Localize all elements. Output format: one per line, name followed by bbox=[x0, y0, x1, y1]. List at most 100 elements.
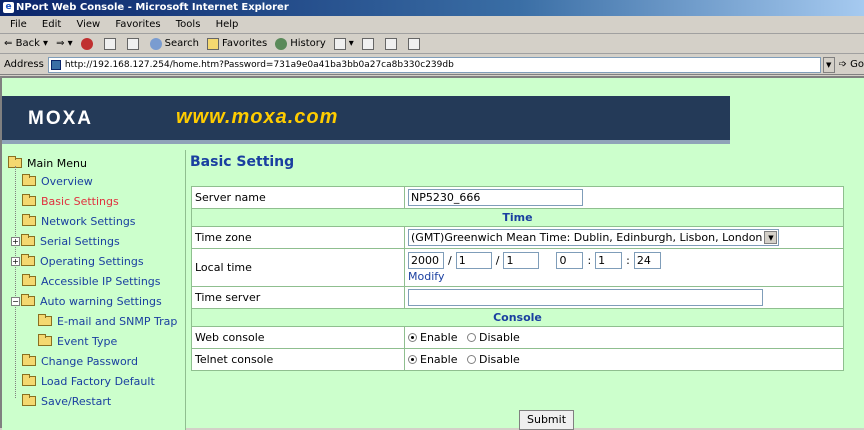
sidebar-item-change-password[interactable]: Change Password bbox=[22, 352, 138, 370]
enable-label: Enable bbox=[420, 353, 458, 367]
time-server-input[interactable] bbox=[408, 289, 763, 306]
telnet-console-enable-radio[interactable] bbox=[408, 355, 417, 365]
sidebar-item-event-type[interactable]: Event Type bbox=[38, 332, 117, 350]
sidebar-item-label: Operating Settings bbox=[40, 254, 144, 268]
submit-button[interactable]: Submit bbox=[519, 410, 574, 430]
forward-button[interactable]: ⇒ ▾ bbox=[56, 34, 73, 54]
folder-icon bbox=[22, 374, 36, 386]
expand-plus-icon[interactable]: + bbox=[11, 236, 20, 246]
search-label: Search bbox=[164, 37, 200, 49]
mail-button[interactable]: ▾ bbox=[333, 34, 354, 54]
sidebar-item-load-factory-default[interactable]: Load Factory Default bbox=[22, 372, 155, 390]
history-button[interactable]: History bbox=[275, 34, 326, 54]
menu-tools[interactable]: Tools bbox=[176, 19, 201, 30]
page-title: Basic Setting bbox=[190, 154, 295, 170]
address-value: http://192.168.127.254/home.htm?Password… bbox=[64, 59, 454, 70]
sidebar-item-label: Network Settings bbox=[41, 214, 136, 228]
menu-bar: File Edit View Favorites Tools Help bbox=[0, 16, 864, 34]
server-name-label: Server name bbox=[191, 186, 405, 209]
sidebar-menu: Main Menu Overview Basic Settings Networ… bbox=[2, 150, 186, 430]
history-icon bbox=[275, 37, 288, 50]
minute-input[interactable]: 1 bbox=[595, 252, 623, 269]
expand-plus-icon[interactable]: + bbox=[11, 256, 20, 266]
day-input[interactable]: 1 bbox=[503, 252, 540, 269]
discuss-button[interactable] bbox=[407, 37, 423, 50]
sidebar-root[interactable]: Main Menu bbox=[8, 154, 87, 172]
favorites-label: Favorites bbox=[222, 37, 268, 49]
time-section-header: Time bbox=[191, 208, 844, 227]
disable-label: Disable bbox=[478, 331, 520, 345]
address-input[interactable]: http://192.168.127.254/home.htm?Password… bbox=[47, 56, 821, 73]
folder-icon bbox=[22, 354, 36, 366]
sidebar-item-label: Save/Restart bbox=[41, 394, 112, 408]
time-zone-select[interactable]: (GMT)Greenwich Mean Time: Dublin, Edinbu… bbox=[408, 229, 780, 246]
second-input[interactable]: 24 bbox=[633, 252, 661, 269]
search-icon bbox=[149, 37, 162, 50]
folder-icon bbox=[22, 174, 36, 186]
favorites-button[interactable]: Favorites bbox=[207, 34, 267, 54]
folder-icon bbox=[22, 214, 36, 226]
window-title: NPort Web Console - Microsoft Internet E… bbox=[16, 2, 289, 13]
sidebar-item-label: Load Factory Default bbox=[41, 374, 155, 388]
time-separator: : bbox=[626, 254, 630, 267]
back-button[interactable]: ⇐ Back ▾ bbox=[4, 34, 48, 54]
year-input[interactable]: 2000 bbox=[408, 252, 444, 269]
local-time-cell: 2000/1/1 0:1:24 Modify bbox=[404, 248, 844, 287]
address-bar: Address http://192.168.127.254/home.htm?… bbox=[0, 55, 864, 75]
sidebar-item-auto-warning-settings[interactable]: − Auto warning Settings bbox=[11, 292, 162, 310]
sidebar-item-operating-settings[interactable]: + Operating Settings bbox=[11, 252, 144, 270]
home-button[interactable] bbox=[126, 37, 142, 50]
forward-arrow-icon: ⇒ bbox=[56, 37, 65, 49]
menu-favorites[interactable]: Favorites bbox=[115, 19, 160, 30]
sidebar-item-accessible-ip-settings[interactable]: Accessible IP Settings bbox=[22, 272, 161, 290]
sidebar-item-label: Accessible IP Settings bbox=[41, 274, 161, 288]
banner: MOXA www.moxa.com bbox=[2, 96, 864, 144]
search-button[interactable]: Search bbox=[149, 34, 200, 54]
telnet-console-disable-radio[interactable] bbox=[466, 355, 476, 365]
collapse-minus-icon[interactable]: − bbox=[11, 296, 20, 306]
time-server-cell bbox=[404, 286, 844, 309]
stop-icon bbox=[80, 37, 93, 50]
sidebar-item-network-settings[interactable]: Network Settings bbox=[22, 212, 136, 230]
history-label: History bbox=[290, 37, 326, 49]
back-label: Back bbox=[15, 37, 40, 49]
sidebar-item-email-snmp-trap[interactable]: E-mail and SNMP Trap bbox=[38, 312, 177, 330]
sidebar-item-label: Serial Settings bbox=[40, 234, 120, 248]
form-row: Local time 2000/1/1 0:1:24 Modify bbox=[191, 248, 844, 287]
sidebar-item-basic-settings[interactable]: Basic Settings bbox=[22, 192, 119, 210]
section-row: Console bbox=[191, 308, 844, 327]
menu-edit[interactable]: Edit bbox=[42, 19, 61, 30]
modify-link[interactable]: Modify bbox=[408, 270, 840, 283]
web-console-enable-radio[interactable] bbox=[408, 333, 417, 343]
time-server-label: Time server bbox=[191, 286, 405, 309]
month-input[interactable]: 1 bbox=[455, 252, 492, 269]
form-row: Web console Enable Disable bbox=[191, 326, 844, 349]
web-console-label: Web console bbox=[191, 326, 405, 349]
menu-view[interactable]: View bbox=[76, 19, 100, 30]
address-dropdown-button[interactable]: ▼ bbox=[822, 56, 835, 73]
go-button[interactable]: ➩ Go bbox=[839, 59, 864, 70]
sidebar-item-serial-settings[interactable]: + Serial Settings bbox=[11, 232, 120, 250]
section-row: Time bbox=[191, 208, 844, 227]
folder-icon bbox=[38, 314, 52, 326]
print-button[interactable] bbox=[361, 37, 377, 50]
sidebar-item-overview[interactable]: Overview bbox=[22, 172, 93, 190]
menu-file[interactable]: File bbox=[10, 19, 27, 30]
window-title-bar: e NPort Web Console - Microsoft Internet… bbox=[0, 0, 864, 16]
hour-input[interactable]: 0 bbox=[556, 252, 584, 269]
stop-button[interactable] bbox=[80, 37, 96, 50]
mail-icon bbox=[333, 37, 346, 50]
edit-button[interactable] bbox=[384, 37, 400, 50]
favorites-icon bbox=[207, 37, 220, 50]
refresh-button[interactable] bbox=[103, 37, 119, 50]
sidebar-item-label: Event Type bbox=[57, 334, 118, 348]
menu-help[interactable]: Help bbox=[216, 19, 239, 30]
basic-setting-form: Server name NP5230_666 Time Time zone (G… bbox=[191, 186, 844, 371]
discuss-icon bbox=[407, 37, 420, 50]
server-name-input[interactable]: NP5230_666 bbox=[408, 189, 583, 206]
web-console-disable-radio[interactable] bbox=[466, 333, 476, 343]
local-time-label: Local time bbox=[191, 248, 405, 287]
browser-toolbar: ⇐ Back ▾ ⇒ ▾ Search Favorites History ▾ bbox=[0, 34, 864, 54]
chevron-down-icon: ▼ bbox=[764, 231, 778, 244]
sidebar-item-save-restart[interactable]: Save/Restart bbox=[22, 392, 111, 410]
